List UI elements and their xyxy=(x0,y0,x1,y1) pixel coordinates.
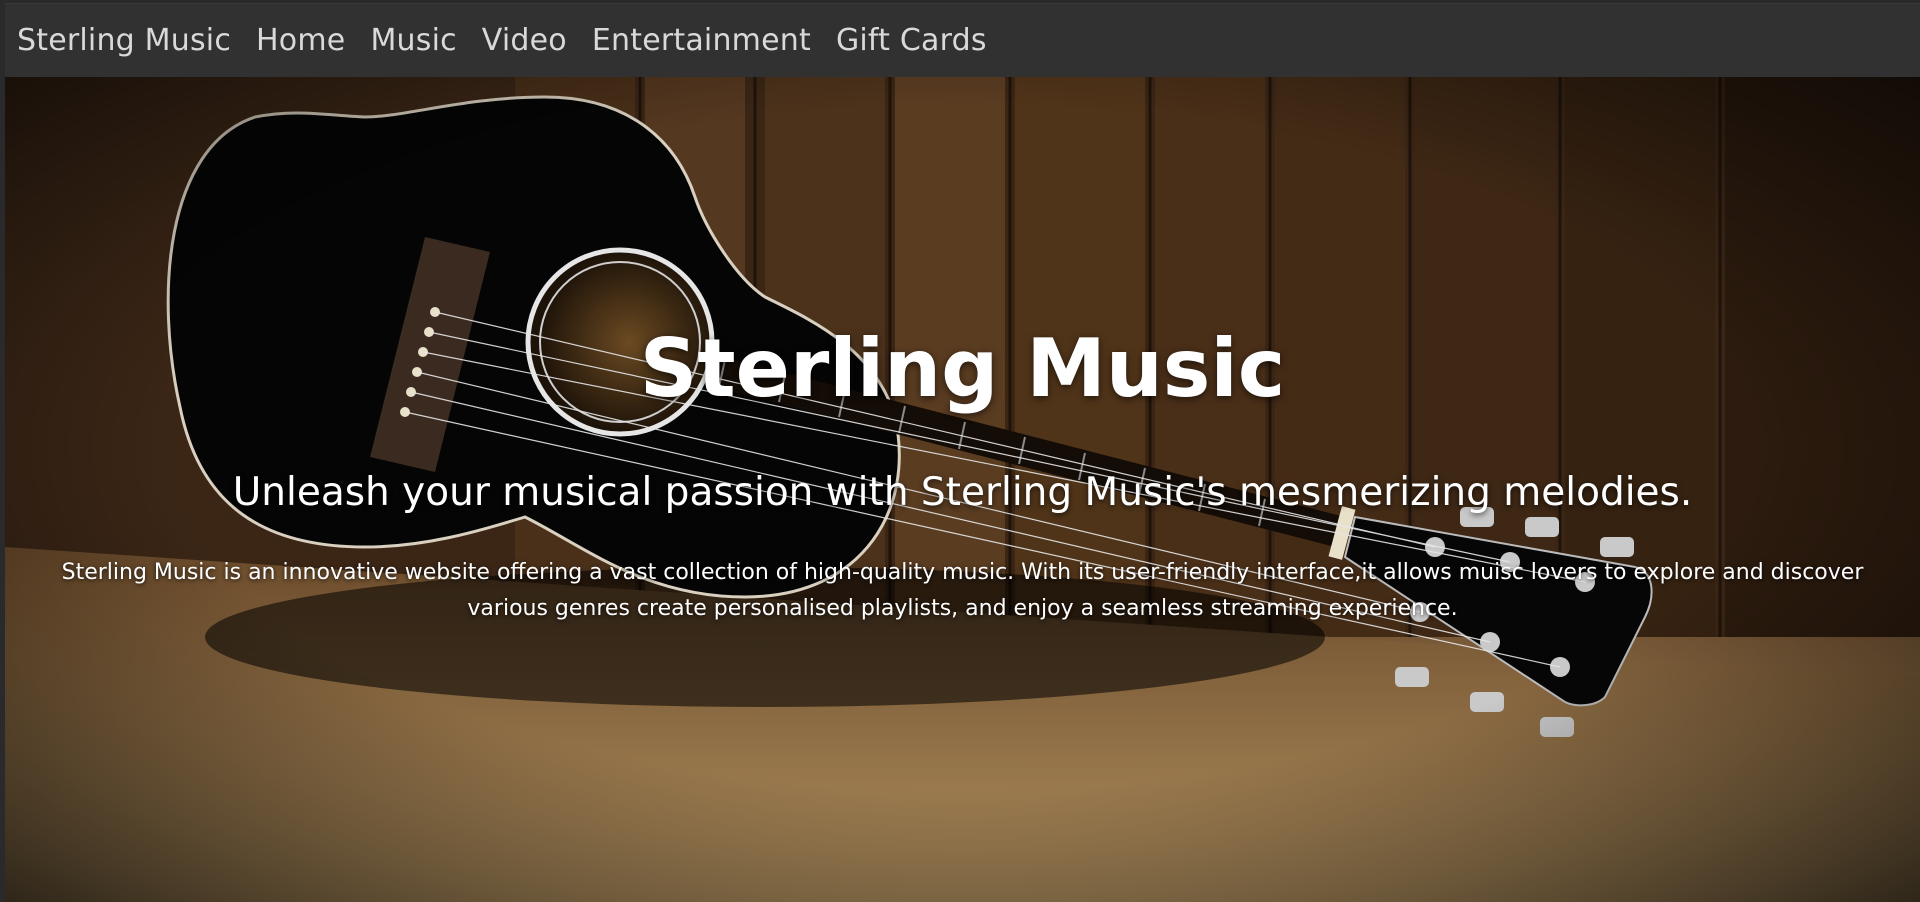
top-navbar: Sterling Music Home Music Video Entertai… xyxy=(5,3,1920,77)
nav-item-entertainment[interactable]: Entertainment xyxy=(592,23,811,58)
nav-item-gift-cards[interactable]: Gift Cards xyxy=(836,23,987,58)
nav-item-music[interactable]: Music xyxy=(370,23,456,58)
browser-viewport: Sterling Music Home Music Video Entertai… xyxy=(5,3,1920,902)
nav-item-home[interactable]: Home xyxy=(256,23,345,58)
hero-section: Sterling Music Unleash your musical pass… xyxy=(5,77,1920,902)
nav-item-video[interactable]: Video xyxy=(482,23,567,58)
hero-content: Sterling Music Unleash your musical pass… xyxy=(5,77,1920,902)
hero-title: Sterling Music xyxy=(639,322,1286,415)
hero-description: Sterling Music is an innovative website … xyxy=(61,560,1864,621)
nav-brand-link[interactable]: Sterling Music xyxy=(17,23,231,58)
hero-subtitle: Unleash your musical passion with Sterli… xyxy=(232,470,1693,515)
